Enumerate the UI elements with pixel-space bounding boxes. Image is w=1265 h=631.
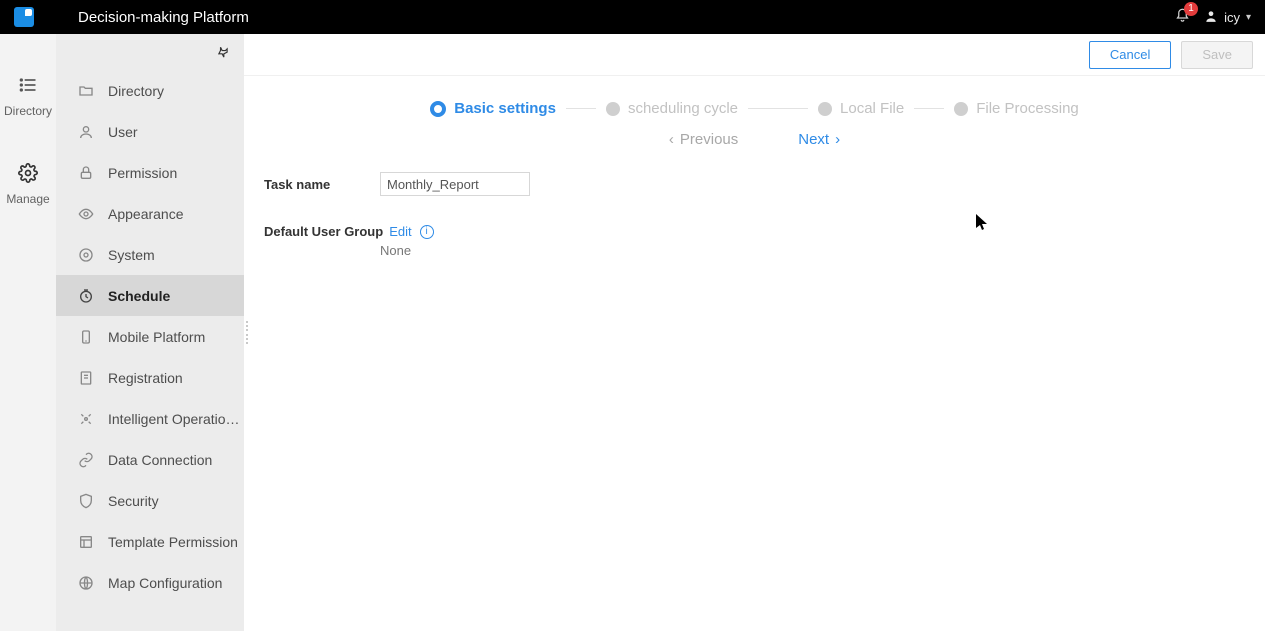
edit-link[interactable]: Edit bbox=[389, 224, 411, 239]
clock-icon bbox=[78, 288, 94, 304]
sidebar-item-label: User bbox=[108, 124, 138, 140]
eye-icon bbox=[78, 206, 94, 222]
notification-badge: 1 bbox=[1184, 2, 1198, 16]
step-label: scheduling cycle bbox=[628, 100, 738, 117]
task-name-row: Task name bbox=[264, 172, 1265, 196]
rail-item-manage[interactable]: Manage bbox=[6, 162, 49, 206]
default-user-group-value: None bbox=[380, 243, 1265, 258]
cancel-button[interactable]: Cancel bbox=[1089, 41, 1171, 69]
sidebar-item-label: Appearance bbox=[108, 206, 184, 222]
sidebar-item-template-permission[interactable]: Template Permission bbox=[56, 521, 244, 562]
sidebar-item-schedule[interactable]: Schedule bbox=[56, 275, 244, 316]
rail-item-label: Directory bbox=[4, 104, 52, 118]
step-label: File Processing bbox=[976, 100, 1079, 117]
step-connector bbox=[566, 108, 596, 109]
sidebar-item-permission[interactable]: Permission bbox=[56, 152, 244, 193]
default-user-group-row: Default User Group Edit i bbox=[264, 224, 1265, 239]
action-bar: Cancel Save bbox=[244, 34, 1265, 76]
top-header: Decision-making Platform 1 icy ▾ bbox=[0, 0, 1265, 34]
link-icon bbox=[78, 452, 94, 468]
user-icon bbox=[78, 124, 94, 140]
sidebar-item-appearance[interactable]: Appearance bbox=[56, 193, 244, 234]
map-icon bbox=[78, 575, 94, 591]
rail-item-label: Manage bbox=[6, 192, 49, 206]
nav-rail: Directory Manage bbox=[0, 34, 56, 631]
step-label: Local File bbox=[840, 100, 904, 117]
step-scheduling-cycle[interactable]: scheduling cycle bbox=[606, 100, 738, 117]
chevron-right-icon: › bbox=[835, 131, 840, 148]
step-connector bbox=[748, 108, 808, 109]
template-icon bbox=[78, 534, 94, 550]
sidebar-item-intelligent-operations[interactable]: Intelligent Operatio… bbox=[56, 398, 244, 439]
sidebar-item-map-configuration[interactable]: Map Configuration bbox=[56, 562, 244, 603]
shield-icon bbox=[78, 493, 94, 509]
sidebar-item-label: Security bbox=[108, 493, 159, 509]
sidebar-item-system[interactable]: System bbox=[56, 234, 244, 275]
sparkle-icon bbox=[78, 411, 94, 427]
sidebar-item-directory[interactable]: Directory bbox=[56, 70, 244, 111]
sidebar-item-label: System bbox=[108, 247, 155, 263]
next-button[interactable]: Next › bbox=[798, 131, 840, 148]
chevron-down-icon: ▾ bbox=[1246, 12, 1251, 23]
step-nav: ‹ Previous Next › bbox=[244, 131, 1265, 166]
default-user-group-label: Default User Group bbox=[264, 224, 383, 239]
step-file-processing[interactable]: File Processing bbox=[954, 100, 1079, 117]
gear-icon bbox=[17, 162, 39, 184]
sidebar-item-mobile-platform[interactable]: Mobile Platform bbox=[56, 316, 244, 357]
info-icon[interactable]: i bbox=[420, 225, 434, 239]
sidebar-item-label: Template Permission bbox=[108, 534, 238, 550]
sidebar-item-label: Schedule bbox=[108, 288, 170, 304]
notifications-button[interactable]: 1 bbox=[1175, 8, 1190, 27]
mobile-icon bbox=[78, 329, 94, 345]
sidebar-item-data-connection[interactable]: Data Connection bbox=[56, 439, 244, 480]
sidebar-item-user[interactable]: User bbox=[56, 111, 244, 152]
task-name-input[interactable] bbox=[380, 172, 530, 196]
task-name-label: Task name bbox=[264, 177, 380, 192]
rail-item-directory[interactable]: Directory bbox=[4, 74, 52, 118]
step-circle-icon bbox=[606, 102, 620, 116]
sidebar-item-security[interactable]: Security bbox=[56, 480, 244, 521]
next-label: Next bbox=[798, 131, 829, 148]
step-connector bbox=[914, 108, 944, 109]
sidebar-item-label: Permission bbox=[108, 165, 177, 181]
folder-icon bbox=[78, 83, 94, 99]
save-button: Save bbox=[1181, 41, 1253, 69]
sidebar-item-label: Intelligent Operatio… bbox=[108, 411, 240, 427]
step-label: Basic settings bbox=[454, 100, 556, 117]
document-icon bbox=[78, 370, 94, 386]
lock-icon bbox=[78, 165, 94, 181]
step-basic-settings[interactable]: Basic settings bbox=[430, 100, 556, 117]
settings-icon bbox=[78, 247, 94, 263]
step-local-file[interactable]: Local File bbox=[818, 100, 904, 117]
sidebar-item-label: Directory bbox=[108, 83, 164, 99]
user-menu[interactable]: icy ▾ bbox=[1204, 9, 1251, 26]
step-circle-icon bbox=[954, 102, 968, 116]
app-title: Decision-making Platform bbox=[78, 9, 249, 26]
list-icon bbox=[17, 74, 39, 96]
chevron-left-icon: ‹ bbox=[669, 131, 674, 148]
sidebar-item-registration[interactable]: Registration bbox=[56, 357, 244, 398]
sidebar-item-label: Registration bbox=[108, 370, 183, 386]
previous-button: ‹ Previous bbox=[669, 131, 738, 148]
step-circle-icon bbox=[818, 102, 832, 116]
app-logo-icon bbox=[14, 7, 34, 27]
sidebar-item-label: Mobile Platform bbox=[108, 329, 205, 345]
main-content: Cancel Save Basic settings scheduling cy… bbox=[244, 34, 1265, 631]
wizard-stepper: Basic settings scheduling cycle Local Fi… bbox=[244, 76, 1265, 131]
sidebar-item-label: Map Configuration bbox=[108, 575, 222, 591]
user-icon bbox=[1204, 9, 1218, 26]
form-area: Task name Default User Group Edit i None bbox=[244, 166, 1265, 258]
username-label: icy bbox=[1224, 10, 1240, 25]
step-circle-icon bbox=[430, 101, 446, 117]
pin-button[interactable] bbox=[216, 46, 230, 65]
previous-label: Previous bbox=[680, 131, 738, 148]
sidebar: Directory User Permission Appearance Sys… bbox=[56, 34, 244, 631]
sidebar-item-label: Data Connection bbox=[108, 452, 212, 468]
